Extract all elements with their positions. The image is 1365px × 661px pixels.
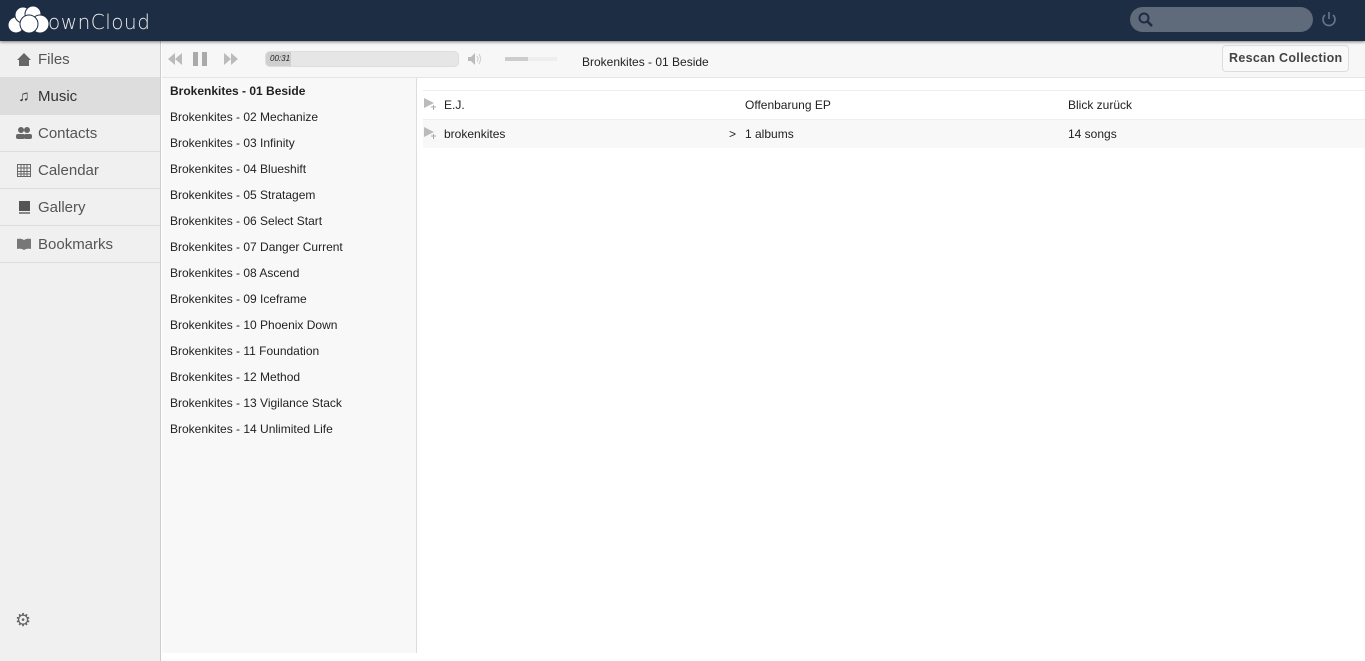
playlist-item[interactable]: Brokenkites - 02 Mechanize [162, 104, 416, 130]
nav-label: Music [38, 87, 78, 105]
expand-toggle[interactable]: > [729, 127, 736, 141]
nav-item-calendar[interactable]: Calendar [0, 152, 160, 189]
playlist-item[interactable]: Brokenkites - 14 Unlimited Life [162, 416, 416, 442]
playlist-item[interactable]: Brokenkites - 03 Infinity [162, 130, 416, 156]
playlist-item[interactable]: Brokenkites - 07 Danger Current [162, 234, 416, 260]
album-cell[interactable]: 1 albums [745, 127, 1068, 141]
nav-label: Files [38, 50, 70, 68]
playlist: Brokenkites - 01 Beside Brokenkites - 02 … [162, 78, 417, 653]
next-icon[interactable] [224, 53, 238, 68]
owncloud-logo[interactable]: ownCloud [6, 4, 150, 34]
playlist-item[interactable]: Brokenkites - 05 Stratagem [162, 182, 416, 208]
cloud-logo-icon [7, 5, 50, 34]
playlist-item[interactable]: Brokenkites - 04 Blueshift [162, 156, 416, 182]
previous-icon[interactable] [168, 53, 182, 68]
artist-row[interactable]: E.J. Offenbarung EP Blick zurück [423, 90, 1365, 119]
search-input[interactable] [1130, 7, 1313, 32]
header: ownCloud [0, 0, 1365, 41]
calendar-icon [16, 163, 32, 177]
volume-icon[interactable] [468, 53, 484, 68]
playlist-item[interactable]: Brokenkites - 10 Phoenix Down [162, 312, 416, 338]
logout-button[interactable] [1321, 10, 1337, 31]
playlist-item[interactable]: Brokenkites - 09 Iceframe [162, 286, 416, 312]
app-navigation: Files ♫ Music Contacts Calendar Gallery B… [0, 41, 161, 661]
playlist-item[interactable]: Brokenkites - 06 Select Start [162, 208, 416, 234]
nav-item-contacts[interactable]: Contacts [0, 115, 160, 152]
nav-label: Calendar [38, 161, 99, 179]
playlist-item[interactable]: Brokenkites - 01 Beside [162, 78, 416, 104]
volume-fill [505, 57, 529, 61]
album-cell[interactable]: Offenbarung EP [745, 98, 1068, 112]
volume-slider[interactable] [505, 57, 557, 61]
elapsed-time: 00:31 [270, 54, 291, 63]
bookmarks-icon [16, 238, 32, 250]
rescan-collection-button[interactable]: Rescan Collection [1222, 45, 1350, 72]
contacts-icon [16, 127, 32, 139]
nav-label: Contacts [38, 124, 98, 142]
nav-item-bookmarks[interactable]: Bookmarks [0, 226, 160, 263]
artist-name[interactable]: brokenkites [444, 127, 745, 141]
song-cell[interactable]: 14 songs [1068, 127, 1117, 141]
gear-icon: ⚙ [15, 610, 32, 630]
logo-text: ownCloud [48, 10, 151, 34]
now-playing-title: Brokenkites - 01 Beside [582, 55, 709, 69]
artist-table: E.J. Offenbarung EP Blick zurück brokenkite… [423, 90, 1365, 148]
gallery-icon [16, 200, 32, 214]
music-icon: ♫ [18, 87, 30, 105]
artist-name[interactable]: E.J. [444, 98, 745, 112]
nav-item-gallery[interactable]: Gallery [0, 189, 160, 226]
nav-item-files[interactable]: Files [0, 41, 160, 78]
play-add-icon[interactable] [423, 97, 444, 114]
pause-icon[interactable] [193, 52, 207, 69]
nav-label: Bookmarks [38, 235, 114, 253]
nav-label: Gallery [38, 198, 86, 216]
artist-row[interactable]: brokenkites >1 albums 14 songs [423, 119, 1365, 148]
settings-button[interactable]: ⚙ [15, 610, 31, 631]
playlist-item[interactable]: Brokenkites - 13 Vigilance Stack [162, 390, 416, 416]
search-icon [1138, 12, 1153, 27]
power-icon [1322, 12, 1336, 27]
play-add-icon[interactable] [423, 126, 444, 143]
song-cell[interactable]: Blick zurück [1068, 98, 1132, 112]
home-icon [16, 52, 32, 66]
playlist-item[interactable]: Brokenkites - 11 Foundation [162, 338, 416, 364]
progress-bar[interactable]: 00:31 [265, 51, 459, 67]
progress-fill: 00:31 [266, 52, 291, 66]
player-controls: 00:31 Brokenkites - 01 Beside Rescan Col… [162, 41, 1365, 78]
playlist-item[interactable]: Brokenkites - 12 Method [162, 364, 416, 390]
playlist-item[interactable]: Brokenkites - 08 Ascend [162, 260, 416, 286]
nav-item-music[interactable]: ♫ Music [0, 78, 160, 115]
